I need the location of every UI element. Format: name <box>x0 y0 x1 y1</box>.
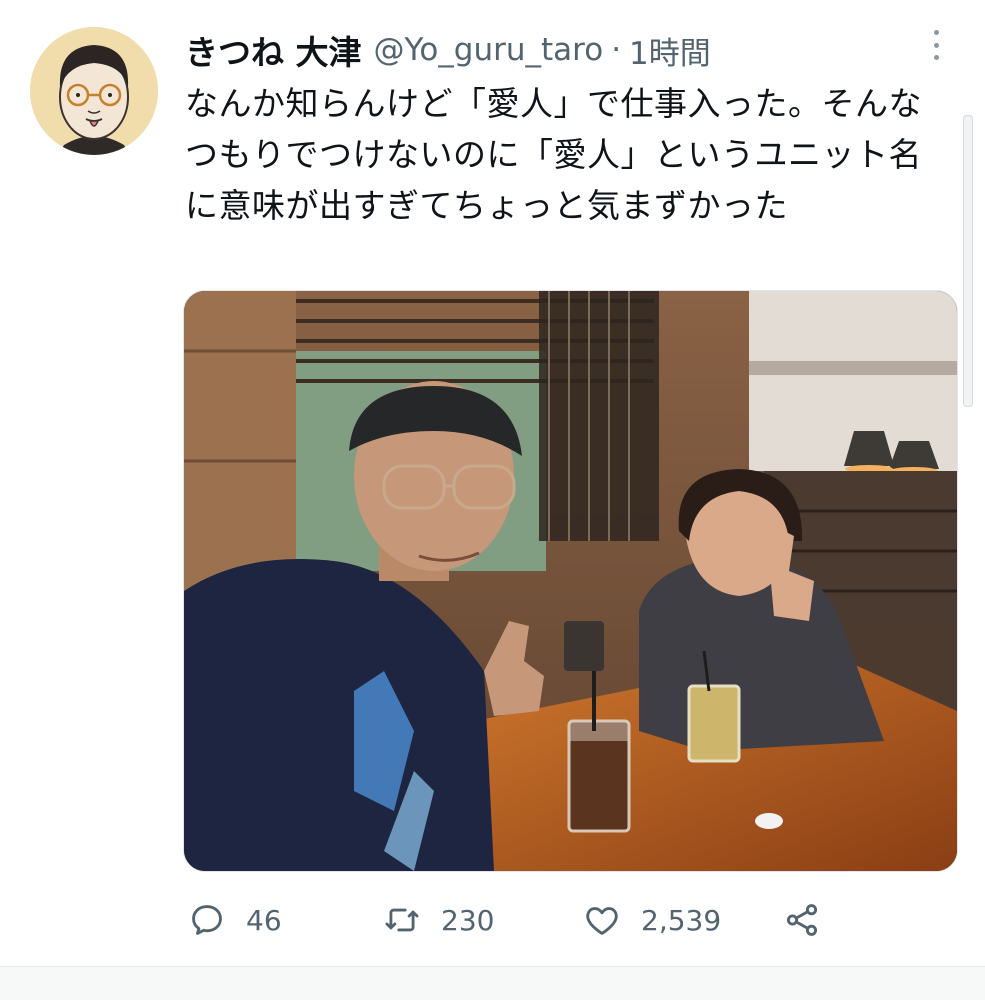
heart-icon <box>586 907 618 935</box>
tweet-header: きつね 大津 @Yo_guru_taro · 1時間 <box>185 28 711 72</box>
separator-dot: · <box>611 32 622 68</box>
timestamp[interactable]: 1時間 <box>629 28 711 73</box>
cafe-selfie-photo <box>184 291 957 871</box>
retweet-count: 230 <box>441 903 495 937</box>
vertical-dots-icon <box>933 30 939 35</box>
tweet-photo[interactable] <box>183 290 958 872</box>
speech-bubble-icon <box>192 905 222 935</box>
display-name[interactable]: きつね 大津 <box>185 26 362 74</box>
next-item-area <box>0 967 985 1000</box>
avatar[interactable] <box>30 27 158 155</box>
share-nodes-icon <box>786 904 818 936</box>
tweet-actions: 46 230 2,539 <box>183 895 956 945</box>
like-count: 2,539 <box>641 903 722 937</box>
reply-count: 46 <box>246 903 282 937</box>
tweet[interactable]: きつね 大津 @Yo_guru_taro · 1時間 なんか知らんけど「愛人」で… <box>0 0 985 970</box>
retweet-button[interactable]: 230 <box>383 895 494 945</box>
share-button[interactable] <box>783 895 821 945</box>
reply-button[interactable]: 46 <box>188 895 282 945</box>
retweet-arrows-icon <box>385 908 419 932</box>
scrollbar[interactable] <box>963 115 973 407</box>
like-button[interactable]: 2,539 <box>583 895 721 945</box>
user-handle[interactable]: @Yo_guru_taro <box>374 32 604 68</box>
tweet-text: なんか知らんけど「愛人」で仕事入った。そんなつもりでつけないのに「愛人」というユ… <box>185 84 922 225</box>
avatar-illustration <box>30 27 158 155</box>
more-options-button[interactable] <box>922 30 950 60</box>
